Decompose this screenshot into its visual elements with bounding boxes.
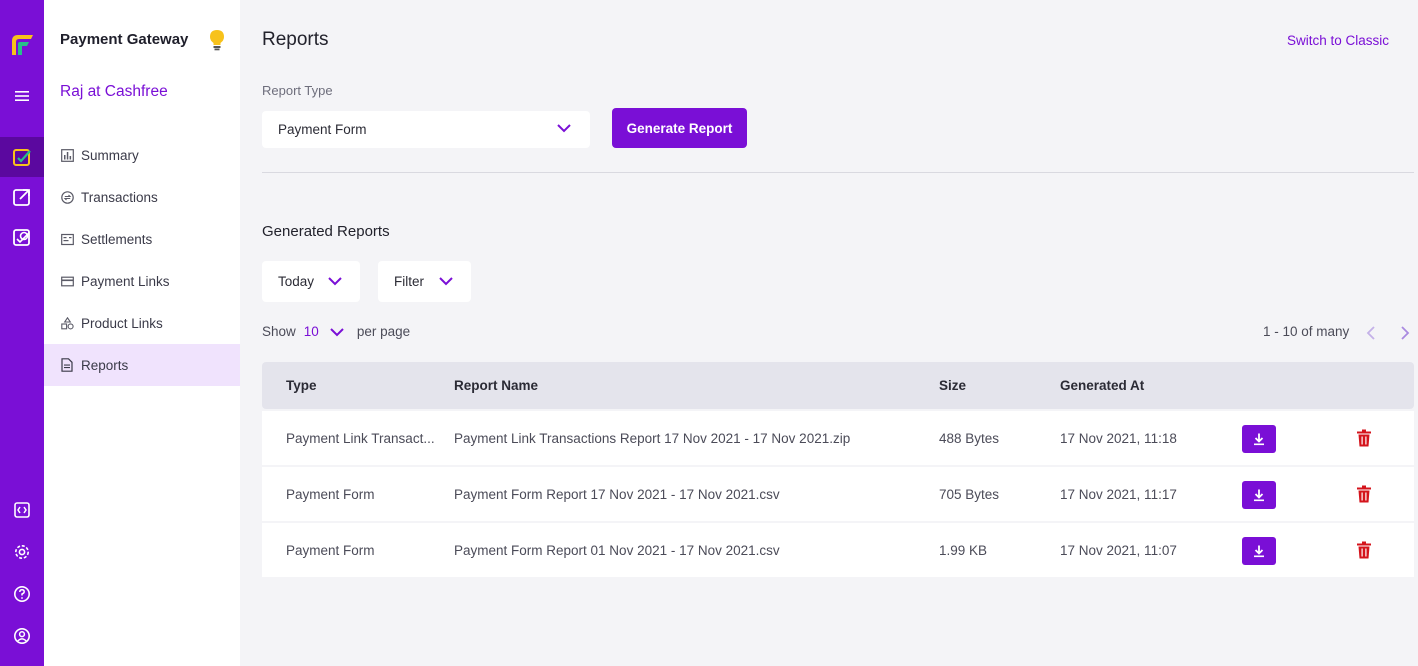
cell-type: Payment Form xyxy=(286,487,375,502)
payment-gateway-icon[interactable] xyxy=(0,137,44,177)
download-icon xyxy=(1254,433,1264,446)
payouts-icon[interactable] xyxy=(0,177,44,217)
report-type-label: Report Type xyxy=(262,83,333,98)
show-label: Show xyxy=(262,324,296,339)
per-page-select[interactable]: 10 xyxy=(304,324,319,339)
trash-icon xyxy=(1357,485,1371,503)
sidebar-item-label: Payment Links xyxy=(81,273,170,289)
sidebar-item-label: Reports xyxy=(81,357,129,373)
table-header: Type Report Name Size Generated At xyxy=(262,362,1414,409)
chevron-down-icon xyxy=(328,277,342,286)
table-row: Payment Link Transact... Payment Link Tr… xyxy=(262,411,1414,465)
generate-report-button[interactable]: Generate Report xyxy=(612,108,747,148)
shapes-icon xyxy=(60,316,74,330)
sidebar-item-summary[interactable]: Summary xyxy=(44,134,240,176)
sidebar-item-label: Summary xyxy=(81,147,139,163)
delete-button[interactable] xyxy=(1356,540,1372,560)
cell-type: Payment Link Transact... xyxy=(286,431,435,446)
sidebar-item-product-links[interactable]: Product Links xyxy=(44,302,240,344)
sidebar: Payment Gateway Raj at Cashfree Summary … xyxy=(44,0,240,666)
profile-icon[interactable] xyxy=(0,616,44,656)
per-page-label: per page xyxy=(356,324,411,339)
cell-generated-at: 17 Nov 2021, 11:17 xyxy=(1060,487,1177,502)
lightbulb-icon[interactable] xyxy=(208,29,226,56)
card-icon xyxy=(60,274,74,288)
chevron-left-icon[interactable] xyxy=(1365,325,1377,341)
page-title: Reports xyxy=(262,29,329,50)
account-name[interactable]: Raj at Cashfree xyxy=(60,83,168,101)
switch-to-classic-link[interactable]: Switch to Classic xyxy=(1287,33,1389,48)
delete-button[interactable] xyxy=(1356,428,1372,448)
sidebar-item-settlements[interactable]: Settlements xyxy=(44,218,240,260)
menu-icon[interactable] xyxy=(0,76,44,116)
sidebar-item-transactions[interactable]: Transactions xyxy=(44,176,240,218)
download-icon xyxy=(1254,545,1264,558)
help-icon[interactable] xyxy=(0,574,44,614)
download-button[interactable] xyxy=(1242,537,1276,565)
download-icon xyxy=(1254,489,1264,502)
sidebar-title: Payment Gateway xyxy=(60,31,189,48)
cell-generated-at: 17 Nov 2021, 11:18 xyxy=(1060,431,1177,446)
cell-size: 1.99 KB xyxy=(939,543,988,558)
filter-dropdown[interactable]: Filter xyxy=(378,261,471,302)
trash-icon xyxy=(1357,541,1371,559)
generated-reports-title: Generated Reports xyxy=(262,223,390,240)
trash-icon xyxy=(1357,429,1371,447)
column-header-type: Type xyxy=(286,378,317,393)
table-row: Payment Form Payment Form Report 17 Nov … xyxy=(262,467,1414,521)
pagination-text: 1 - 10 of many xyxy=(1263,324,1350,339)
settings-icon[interactable] xyxy=(0,532,44,572)
transactions-icon xyxy=(60,190,74,204)
column-header-generated-at: Generated At xyxy=(1060,378,1145,393)
sidebar-item-payment-links[interactable]: Payment Links xyxy=(44,260,240,302)
sidebar-item-label: Product Links xyxy=(81,315,163,331)
date-filter-dropdown[interactable]: Today xyxy=(262,261,360,302)
delete-button[interactable] xyxy=(1356,484,1372,504)
chevron-down-icon[interactable] xyxy=(329,326,345,338)
report-type-select[interactable]: Payment Form xyxy=(262,111,590,148)
sidebar-item-reports[interactable]: Reports xyxy=(44,344,240,386)
sidebar-item-label: Transactions xyxy=(81,189,158,205)
cell-report-name: Payment Form Report 01 Nov 2021 - 17 Nov… xyxy=(454,543,780,558)
logo-icon[interactable] xyxy=(0,24,44,64)
date-filter-value: Today xyxy=(278,274,315,289)
divider xyxy=(262,172,1414,173)
report-type-value: Payment Form xyxy=(278,122,367,137)
bar-chart-icon xyxy=(60,148,74,162)
chevron-down-icon xyxy=(439,277,453,286)
icon-rail xyxy=(0,0,44,666)
cell-size: 705 Bytes xyxy=(939,487,1000,502)
cell-report-name: Payment Link Transactions Report 17 Nov … xyxy=(454,431,851,446)
chevron-down-icon xyxy=(557,124,571,133)
settlements-icon xyxy=(60,232,74,246)
verification-icon[interactable] xyxy=(0,217,44,257)
column-header-report-name: Report Name xyxy=(454,378,539,393)
filter-label: Filter xyxy=(394,274,424,289)
download-button[interactable] xyxy=(1242,481,1276,509)
developers-icon[interactable] xyxy=(0,490,44,530)
cell-generated-at: 17 Nov 2021, 11:07 xyxy=(1060,543,1177,558)
cell-report-name: Payment Form Report 17 Nov 2021 - 17 Nov… xyxy=(454,487,780,502)
sidebar-item-label: Settlements xyxy=(81,231,153,247)
download-button[interactable] xyxy=(1242,425,1276,453)
column-header-size: Size xyxy=(939,378,967,393)
per-page-control: Show 10 per page xyxy=(262,324,410,339)
table-row: Payment Form Payment Form Report 01 Nov … xyxy=(262,523,1414,577)
document-icon xyxy=(60,358,74,372)
cell-type: Payment Form xyxy=(286,543,375,558)
chevron-right-icon[interactable] xyxy=(1399,325,1411,341)
cell-size: 488 Bytes xyxy=(939,431,1000,446)
